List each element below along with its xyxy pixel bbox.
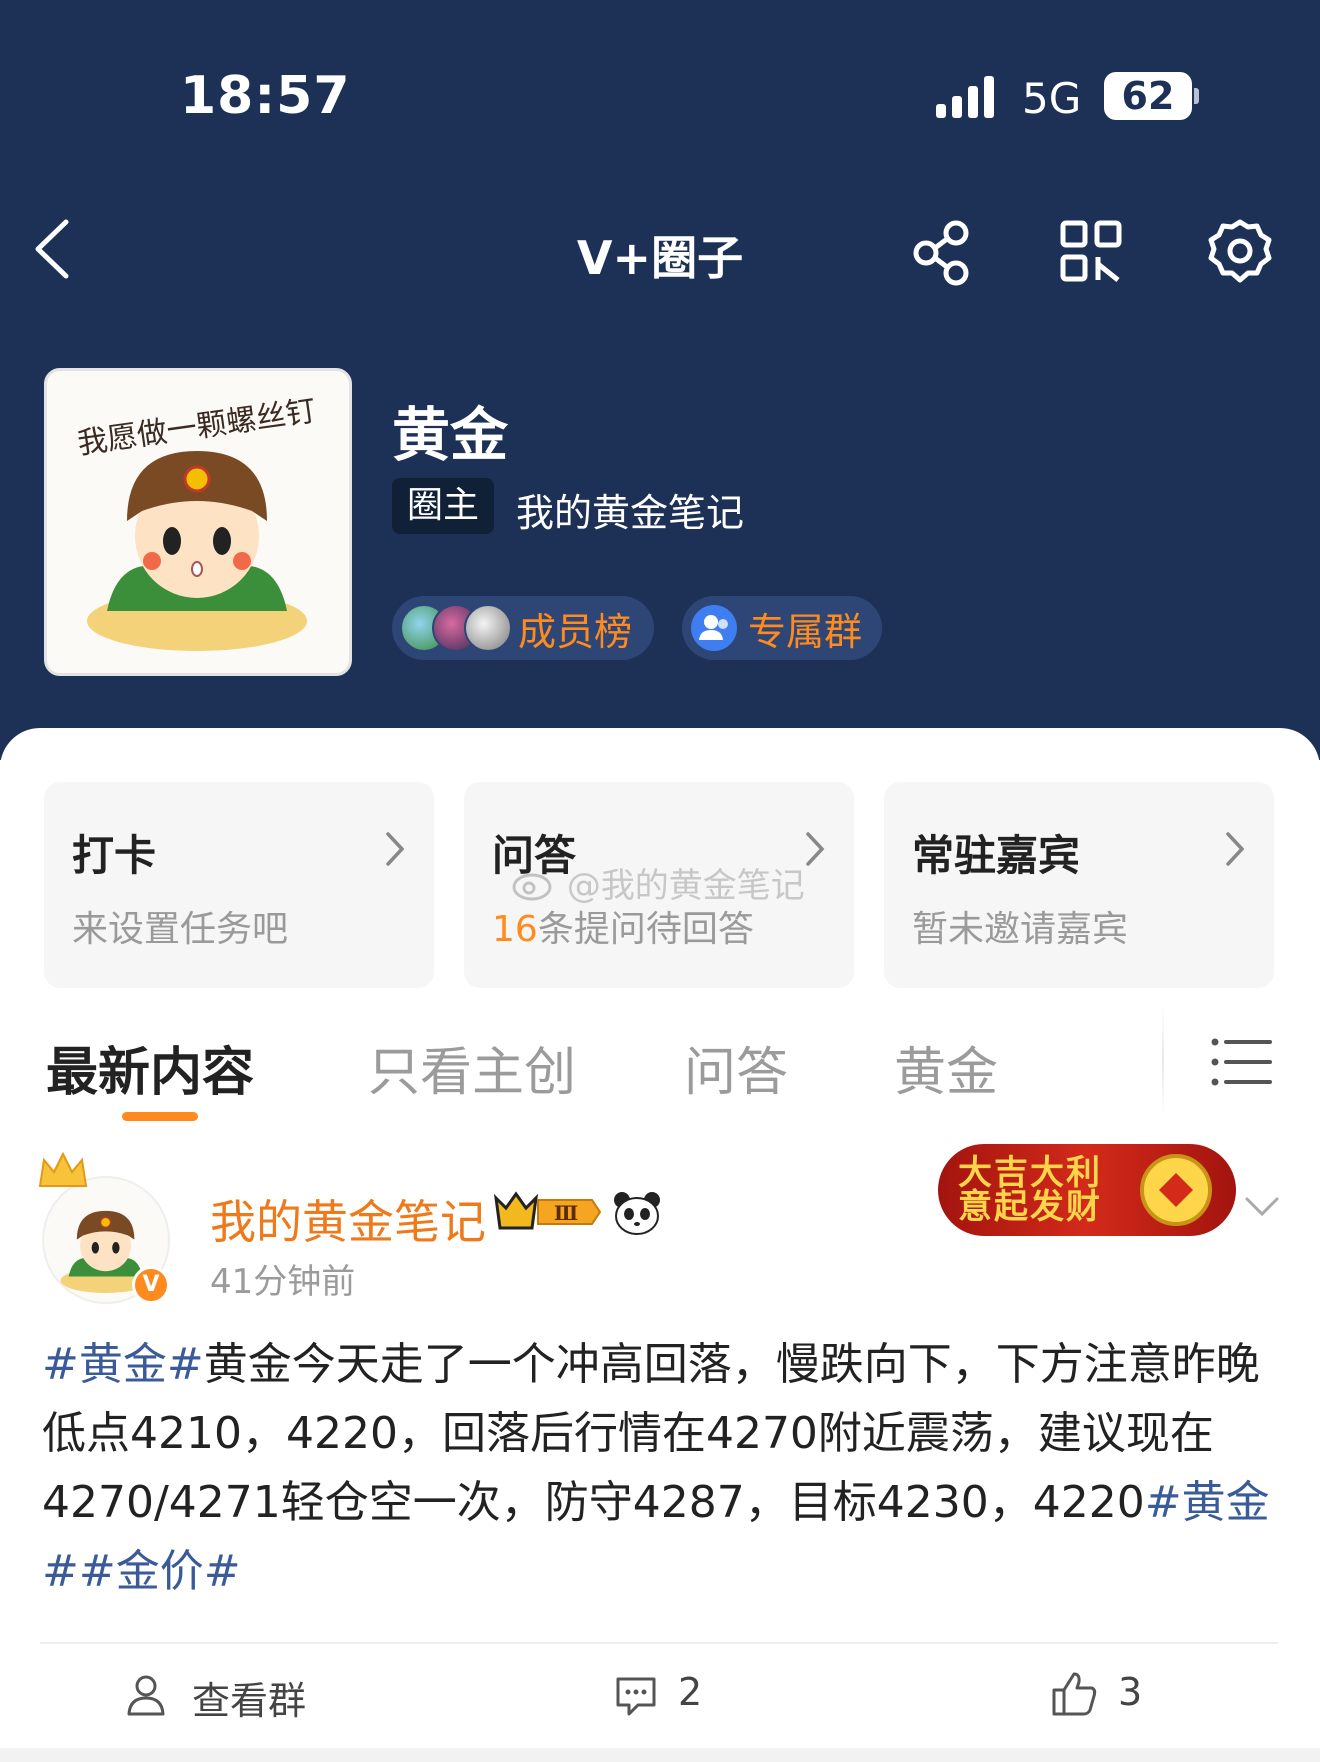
chevron-right-icon — [1226, 832, 1245, 866]
members-ranking-label: 成员榜 — [518, 609, 633, 654]
promo-banner[interactable]: 大吉大利 意起发财 — [938, 1144, 1236, 1236]
member-level-badge: Ⅲ — [493, 1191, 602, 1230]
promo-banner-line-2: 意起发财 — [958, 1187, 1102, 1227]
battery-icon: 62 — [1104, 72, 1192, 120]
cartoon-avatar-image: 我愿做一颗螺丝钉 — [75, 394, 318, 651]
card-subtitle: 来设置任务吧 — [72, 909, 289, 950]
hashtag-gold[interactable]: #黄金# — [42, 1339, 204, 1390]
owner-badge: 圈主 — [392, 478, 494, 534]
card-subtitle: 暂未邀请嘉宾 — [912, 909, 1129, 950]
battery-cap — [1194, 88, 1199, 104]
chevron-down-icon[interactable] — [1244, 1196, 1280, 1218]
settings-icon[interactable] — [1206, 218, 1274, 286]
comment-icon[interactable] — [614, 1674, 658, 1718]
checkin-card[interactable]: 打卡 来设置任务吧 — [44, 782, 434, 988]
card-title: 常驻嘉宾 — [912, 831, 1081, 880]
watermark-text: @我的黄金笔记 — [566, 866, 805, 906]
signal-icon — [936, 76, 994, 118]
comment-count[interactable]: 2 — [678, 1670, 702, 1714]
guest-card[interactable]: 常驻嘉宾 暂未邀请嘉宾 — [884, 782, 1274, 988]
post-time: 41分钟前 — [210, 1262, 356, 1302]
pending-question-text: 条提问待回答 — [537, 909, 754, 950]
exclusive-group-button[interactable]: 专属群 — [682, 596, 882, 660]
author-name[interactable]: 我的黄金笔记 — [210, 1186, 486, 1252]
group-chat-icon — [691, 605, 737, 651]
page-title: V+圈子 — [576, 231, 744, 285]
weibo-logo-icon — [512, 873, 552, 901]
status-time: 18:57 — [180, 66, 351, 126]
crown-icon — [38, 1151, 88, 1187]
next-post-separator — [0, 1748, 1320, 1762]
back-icon[interactable] — [30, 218, 76, 280]
watermark: @我的黄金笔记 — [512, 858, 805, 907]
post-body: #黄金#黄金今天走了一个冲高回落，慢跌向下，下方注意昨晚低点4210，4220，… — [42, 1330, 1282, 1606]
tab-owner-only[interactable]: 只看主创 — [368, 1030, 576, 1105]
like-count[interactable]: 3 — [1118, 1670, 1142, 1714]
tab-qa[interactable]: 问答 — [684, 1030, 788, 1105]
network-label: 5G — [1022, 74, 1082, 123]
member-avatar — [464, 604, 512, 652]
card-subtitle: 16条提问待回答 — [492, 900, 754, 952]
divider — [40, 1642, 1278, 1644]
circle-avatar[interactable]: 我愿做一颗螺丝钉 — [44, 368, 352, 676]
tab-latest[interactable]: 最新内容 — [46, 1030, 254, 1105]
chevron-right-icon — [806, 832, 825, 866]
circle-name: 黄金 — [392, 401, 509, 469]
members-ranking-button[interactable]: 成员榜 — [392, 596, 654, 660]
group-icon[interactable] — [124, 1674, 170, 1716]
exclusive-group-label: 专属群 — [748, 609, 863, 654]
menu-list-icon[interactable] — [1210, 1036, 1274, 1088]
tab-divider — [1162, 1006, 1164, 1116]
panda-icon — [614, 1192, 660, 1235]
share-icon[interactable] — [910, 220, 976, 286]
chevron-right-icon — [386, 832, 405, 866]
owner-name[interactable]: 我的黄金笔记 — [516, 482, 744, 537]
card-title: 打卡 — [72, 831, 157, 880]
like-icon[interactable] — [1050, 1670, 1098, 1718]
qr-code-icon[interactable] — [1060, 220, 1122, 282]
active-tab-indicator — [122, 1112, 198, 1121]
pending-question-count: 16 — [492, 909, 538, 950]
post-text: 黄金今天走了一个冲高回落，慢跌向下，下方注意昨晚低点4210，4220，回落后行… — [42, 1339, 1260, 1528]
verified-badge: V — [132, 1266, 170, 1304]
view-group-button[interactable]: 查看群 — [192, 1670, 306, 1725]
coin-icon — [1140, 1154, 1212, 1226]
promo-banner-line-1: 大吉大利 — [958, 1153, 1102, 1193]
member-level-text: Ⅲ — [554, 1201, 578, 1225]
promo-banner-text: 大吉大利 意起发财 — [958, 1156, 1102, 1224]
tab-gold[interactable]: 黄金 — [894, 1030, 998, 1105]
hashtag-gold-price[interactable]: #金价# — [79, 1546, 241, 1597]
